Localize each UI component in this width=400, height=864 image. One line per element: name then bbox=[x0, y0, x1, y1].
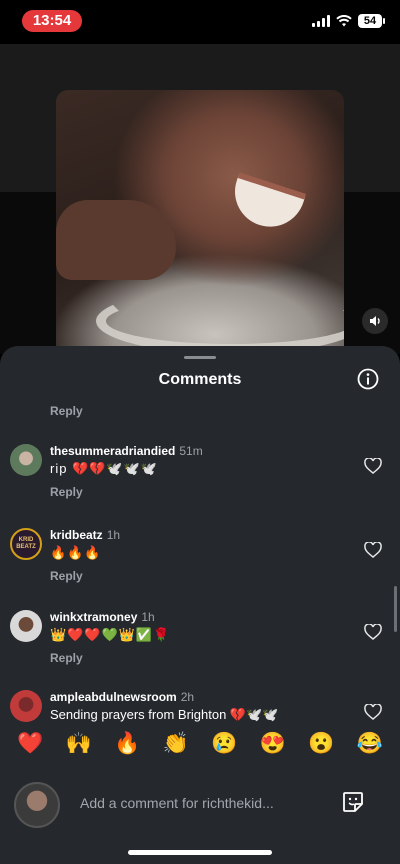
comment-text: 👑❤️❤️💚👑✅🌹 bbox=[50, 627, 171, 642]
comment-time: 2h bbox=[180, 690, 195, 704]
wifi-icon bbox=[336, 15, 352, 27]
status-bar: 13:54 54 bbox=[0, 0, 400, 44]
comment-username[interactable]: kridbeatz bbox=[50, 528, 103, 542]
reply-link[interactable]: Reply bbox=[50, 651, 83, 665]
avatar[interactable]: KRID BEATZ bbox=[10, 528, 42, 560]
signal-icon bbox=[312, 15, 330, 27]
comment-text: rip 💔💔🕊️🕊️🕊️ bbox=[50, 461, 158, 476]
heart-outline-icon[interactable] bbox=[364, 624, 382, 640]
reply-link[interactable]: Reply bbox=[50, 404, 83, 418]
reaction-heart[interactable]: ❤️ bbox=[15, 732, 45, 756]
reaction-clap[interactable]: 👏 bbox=[161, 732, 191, 756]
home-indicator[interactable] bbox=[128, 850, 272, 855]
status-time[interactable]: 13:54 bbox=[22, 10, 82, 32]
comment-time: 1h bbox=[106, 528, 121, 542]
comment-username[interactable]: winkxtramoney bbox=[50, 610, 137, 624]
comments-sheet: Comments Reply thesummeradriandied 51m ri… bbox=[0, 346, 400, 864]
comment-username[interactable]: thesummeradriandied bbox=[50, 444, 175, 458]
comment-time: 51m bbox=[179, 444, 203, 458]
avatar[interactable] bbox=[10, 690, 42, 722]
sticker-icon[interactable] bbox=[341, 790, 365, 814]
heart-outline-icon[interactable] bbox=[364, 704, 382, 720]
video-area bbox=[0, 44, 400, 378]
reaction-cry[interactable]: 😢 bbox=[209, 732, 239, 756]
sheet-title: Comments bbox=[158, 371, 242, 388]
reaction-raised-hands[interactable]: 🙌 bbox=[64, 732, 94, 756]
mute-button[interactable] bbox=[362, 308, 388, 334]
drag-handle[interactable] bbox=[184, 356, 216, 359]
reaction-heart-eyes[interactable]: 😍 bbox=[258, 732, 288, 756]
reaction-wow[interactable]: 😮 bbox=[306, 732, 336, 756]
video-player[interactable] bbox=[56, 90, 344, 378]
current-user-avatar[interactable] bbox=[14, 782, 60, 828]
speaker-icon bbox=[370, 316, 380, 326]
status-icons: 54 bbox=[312, 14, 385, 28]
scrollbar[interactable] bbox=[394, 586, 397, 632]
heart-outline-icon[interactable] bbox=[364, 542, 382, 558]
reply-link[interactable]: Reply bbox=[50, 569, 83, 583]
avatar-badge-text: KRID BEATZ bbox=[16, 537, 36, 550]
comment-text: Sending prayers from Brighton 💔🕊️🕊️ bbox=[50, 707, 279, 722]
comment-username[interactable]: ampleabdulnewsroom bbox=[50, 690, 177, 704]
comment-time: 1h bbox=[141, 610, 155, 624]
heart-outline-icon[interactable] bbox=[364, 458, 382, 474]
info-icon[interactable] bbox=[357, 368, 379, 390]
avatar[interactable] bbox=[10, 444, 42, 476]
comment-composer bbox=[0, 778, 400, 828]
comment-input[interactable] bbox=[78, 790, 332, 816]
reply-link[interactable]: Reply bbox=[50, 485, 83, 499]
comment-text: 🔥🔥🔥 bbox=[50, 545, 102, 560]
avatar[interactable] bbox=[10, 610, 42, 642]
quick-reaction-bar: ❤️ 🙌 🔥 👏 😢 😍 😮 😂 bbox=[0, 732, 400, 756]
reaction-fire[interactable]: 🔥 bbox=[112, 732, 142, 756]
battery-indicator: 54 bbox=[358, 14, 385, 28]
reaction-laugh[interactable]: 😂 bbox=[355, 732, 385, 756]
